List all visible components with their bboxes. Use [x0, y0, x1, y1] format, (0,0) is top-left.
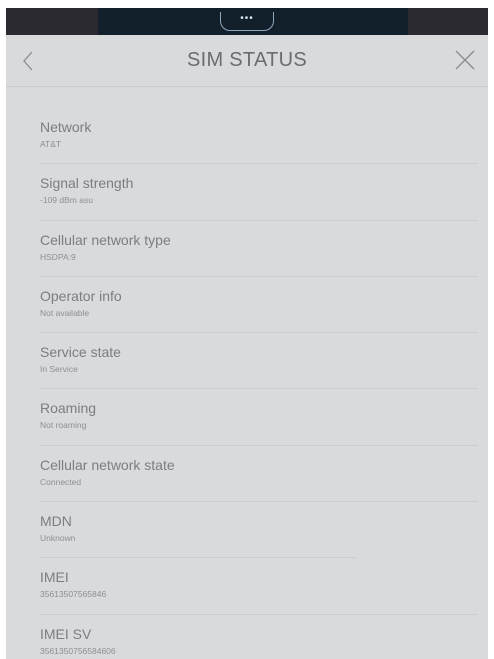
status-label: IMEI	[40, 569, 69, 586]
status-label: Cellular network type	[40, 231, 171, 248]
status-label: Signal strength	[40, 175, 134, 192]
status-item-cellular-network-type: Cellular network type HSDPA:9	[6, 221, 488, 278]
header-bar: SIM STATUS	[6, 35, 488, 87]
status-value: 3561350756584606	[40, 645, 116, 656]
close-button[interactable]	[454, 49, 476, 71]
system-bar-right-block	[408, 8, 488, 35]
status-label: Cellular network state	[40, 456, 175, 473]
status-item-signal-strength: Signal strength -109 dBm asu	[6, 164, 488, 221]
status-value: HSDPA:9	[40, 251, 76, 262]
more-dots-icon: •••	[240, 13, 254, 24]
status-label: IMEI SV	[40, 625, 92, 642]
status-value: Unknown	[40, 533, 76, 544]
system-bar: •••	[6, 8, 488, 35]
status-label: Roaming	[40, 400, 97, 417]
close-icon	[455, 50, 475, 70]
status-item-imei-sv: IMEI SV 3561350756584606	[6, 615, 488, 659]
sim-status-screen: ••• SIM STATUS Network AT&T Signal stren…	[6, 8, 488, 659]
status-item-roaming: Roaming Not roaming	[6, 389, 488, 447]
status-item-imei: IMEI 35613507565846	[6, 558, 488, 615]
status-item-cellular-network-state: Cellular network state Connected	[6, 446, 488, 503]
sim-status-list: Network AT&T Signal strength -109 dBm as…	[6, 108, 488, 659]
status-value: Not available	[40, 307, 90, 318]
status-item-service-state: Service state In Service	[6, 333, 488, 390]
status-label: MDN	[40, 513, 72, 530]
status-value: In Service	[40, 364, 78, 375]
status-item-operator-info: Operator info Not available	[6, 277, 488, 334]
status-label: Service state	[40, 344, 121, 361]
status-value: AT&T	[40, 139, 62, 149]
status-item-mdn: MDN Unknown	[6, 502, 488, 559]
status-item-network: Network AT&T	[6, 108, 488, 165]
status-label: Operator info	[40, 287, 122, 304]
page-title: SIM STATUS	[186, 49, 308, 71]
status-value: 35613507565846	[40, 589, 107, 600]
status-value: Not roaming	[40, 420, 87, 431]
status-value: -109 dBm asu	[40, 195, 93, 206]
system-bar-left-block	[6, 8, 98, 35]
status-label: Network	[40, 119, 92, 135]
status-value: Connected	[40, 476, 82, 487]
pull-down-handle[interactable]: •••	[220, 12, 274, 31]
